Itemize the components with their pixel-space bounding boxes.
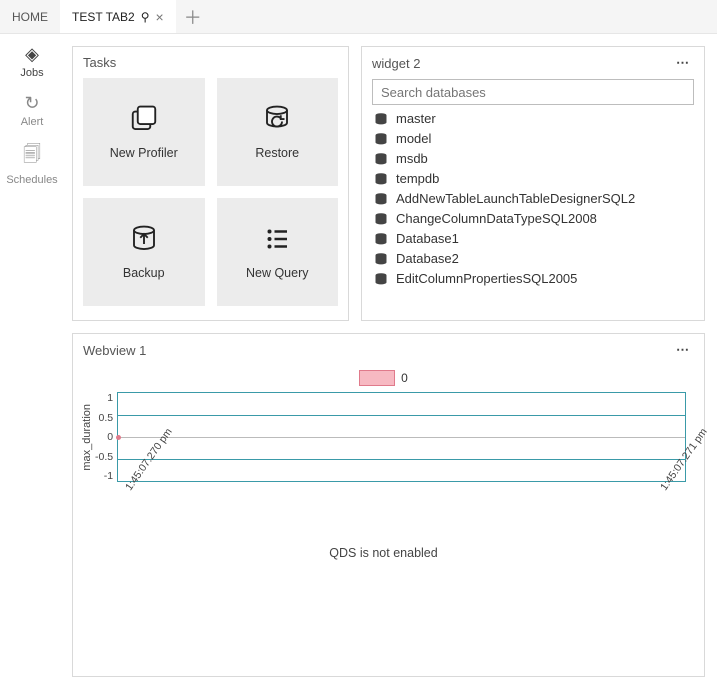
webview-more-button[interactable]: ⋯ bbox=[672, 342, 694, 358]
x-axis-ticks: 1:45:07.270 pm 1:45:07.271 pm bbox=[123, 482, 686, 542]
database-icon bbox=[374, 213, 388, 225]
rail-schedules-label: Schedules bbox=[6, 174, 57, 186]
new-tab-button[interactable]: ＋ bbox=[176, 0, 210, 33]
task-restore[interactable]: Restore bbox=[217, 78, 339, 186]
list-item-label: EditColumnPropertiesSQL2005 bbox=[396, 271, 577, 286]
database-icon bbox=[374, 113, 388, 125]
tab-test-tab2[interactable]: TEST TAB2 ⚲ × bbox=[60, 0, 176, 33]
widget2-panel: widget 2 ⋯ master model msdb tempdb AddN… bbox=[361, 46, 705, 321]
widget2-more-button[interactable]: ⋯ bbox=[672, 55, 694, 71]
ytick: -0.5 bbox=[95, 451, 113, 463]
database-icon bbox=[374, 153, 388, 165]
database-list: master model msdb tempdb AddNewTableLaun… bbox=[362, 111, 704, 296]
y-axis-ticks: 1 0.5 0 -0.5 -1 bbox=[95, 392, 117, 482]
database-icon bbox=[374, 193, 388, 205]
database-icon bbox=[374, 173, 388, 185]
ytick: 0.5 bbox=[95, 412, 113, 424]
database-icon bbox=[374, 273, 388, 285]
chart-legend: 0 bbox=[81, 370, 686, 386]
rail-alert[interactable]: ↻ Alert bbox=[0, 93, 64, 128]
webview-title: Webview 1 bbox=[83, 343, 146, 358]
tab-home-label: HOME bbox=[12, 10, 48, 24]
list-item[interactable]: Database2 bbox=[374, 251, 694, 266]
task-new-query-label: New Query bbox=[246, 266, 309, 280]
profiler-icon bbox=[129, 104, 159, 134]
rail-jobs[interactable]: ◈ Jobs bbox=[0, 44, 64, 79]
jobs-icon: ◈ bbox=[25, 44, 39, 65]
ytick: 1 bbox=[95, 392, 113, 404]
rail-alert-label: Alert bbox=[21, 116, 44, 128]
list-item[interactable]: EditColumnPropertiesSQL2005 bbox=[374, 271, 694, 286]
list-item-label: model bbox=[396, 131, 431, 146]
data-point bbox=[116, 435, 121, 440]
legend-label: 0 bbox=[401, 371, 408, 385]
pin-icon[interactable]: ⚲ bbox=[141, 10, 150, 24]
database-icon bbox=[374, 133, 388, 145]
list-item-label: Database2 bbox=[396, 251, 459, 266]
legend-swatch bbox=[359, 370, 395, 386]
list-item[interactable]: Database1 bbox=[374, 231, 694, 246]
close-icon[interactable]: × bbox=[156, 9, 164, 25]
database-icon bbox=[374, 233, 388, 245]
list-item[interactable]: master bbox=[374, 111, 694, 126]
list-item[interactable]: tempdb bbox=[374, 171, 694, 186]
tab-home[interactable]: HOME bbox=[0, 0, 60, 33]
database-icon bbox=[374, 253, 388, 265]
task-new-profiler-label: New Profiler bbox=[110, 146, 178, 160]
list-item-label: ChangeColumnDataTypeSQL2008 bbox=[396, 211, 597, 226]
task-backup-label: Backup bbox=[123, 266, 165, 280]
ytick: -1 bbox=[95, 470, 113, 482]
list-item[interactable]: msdb bbox=[374, 151, 694, 166]
list-item-label: tempdb bbox=[396, 171, 439, 186]
tab-test-tab2-label: TEST TAB2 bbox=[72, 10, 135, 24]
widget2-title: widget 2 bbox=[372, 56, 420, 71]
list-item[interactable]: AddNewTableLaunchTableDesignerSQL2 bbox=[374, 191, 694, 206]
schedules-icon: 🗐 bbox=[23, 142, 41, 172]
list-item-label: master bbox=[396, 111, 436, 126]
ytick: 0 bbox=[95, 431, 113, 443]
task-backup[interactable]: Backup bbox=[83, 198, 205, 306]
new-query-icon bbox=[262, 224, 292, 254]
restore-icon bbox=[262, 104, 292, 134]
chart-footer-note: QDS is not enabled bbox=[81, 546, 686, 560]
chart-plot-area bbox=[117, 392, 686, 482]
rail-schedules[interactable]: 🗐 Schedules bbox=[0, 142, 64, 186]
task-restore-label: Restore bbox=[255, 146, 299, 160]
tasks-title: Tasks bbox=[83, 55, 116, 70]
tasks-panel: Tasks New Profiler Restore bbox=[72, 46, 349, 321]
webview-panel: Webview 1 ⋯ 0 max_duration 1 0.5 0 bbox=[72, 333, 705, 677]
task-new-profiler[interactable]: New Profiler bbox=[83, 78, 205, 186]
activity-rail: ◈ Jobs ↻ Alert 🗐 Schedules bbox=[0, 34, 64, 689]
backup-icon bbox=[129, 224, 159, 254]
list-item[interactable]: model bbox=[374, 131, 694, 146]
alert-icon: ↻ bbox=[24, 93, 39, 114]
list-item-label: Database1 bbox=[396, 231, 459, 246]
list-item[interactable]: ChangeColumnDataTypeSQL2008 bbox=[374, 211, 694, 226]
list-item-label: AddNewTableLaunchTableDesignerSQL2 bbox=[396, 191, 635, 206]
y-axis-label: max_duration bbox=[81, 404, 93, 471]
rail-jobs-label: Jobs bbox=[20, 67, 43, 79]
search-input[interactable] bbox=[372, 79, 694, 105]
list-item-label: msdb bbox=[396, 151, 428, 166]
task-new-query[interactable]: New Query bbox=[217, 198, 339, 306]
